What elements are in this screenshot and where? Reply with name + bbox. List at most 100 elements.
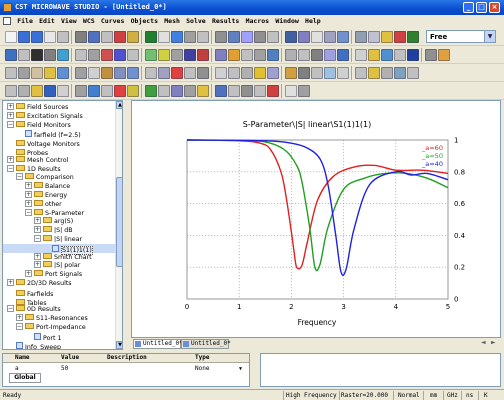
tree-item[interactable]: farfield (f=2.5) [16,129,81,139]
expand-icon[interactable]: + [34,226,41,234]
toolbar-button[interactable] [381,49,393,61]
toolbar-button[interactable] [184,31,196,43]
toolbar-button[interactable] [57,67,69,79]
toolbar-button[interactable] [101,49,113,61]
menu-mesh[interactable]: Mesh [162,15,182,28]
tree-item[interactable]: + Smith Chart [34,252,92,262]
param-name[interactable]: a [15,365,19,373]
tree-item[interactable]: − S-Parameter [25,208,84,218]
tree-item[interactable]: − Port-Impedance [16,323,86,332]
toolbar-button[interactable] [311,67,323,79]
collapse-icon[interactable]: − [25,208,32,216]
toolbar-button[interactable] [394,31,406,43]
toolbar-button[interactable] [127,49,139,61]
chevron-down-icon[interactable]: ▼ [484,31,495,42]
tree-item[interactable]: + |S| polar [34,261,80,270]
toolbar-button[interactable] [88,31,100,43]
toolbar-button[interactable] [381,67,393,79]
toolbar-button[interactable] [254,85,266,97]
toolbar-button[interactable] [285,85,297,97]
toolbar-button[interactable] [215,31,227,43]
toolbar-button[interactable] [145,67,157,79]
menu-results[interactable]: Results [210,15,241,28]
toolbar-button[interactable] [158,67,170,79]
toolbar-button[interactable] [381,31,393,43]
toolbar-button[interactable] [215,85,227,97]
menu-edit[interactable]: Edit [37,15,57,28]
toolbar-button[interactable] [241,85,253,97]
toolbar-button[interactable] [184,67,196,79]
toolbar-button[interactable] [184,85,196,97]
toolbar-button[interactable] [75,31,87,43]
scroll-down-icon[interactable]: ▼ [116,341,122,349]
tree-scrollbar[interactable]: ▲ ▼ [115,101,122,349]
toolbar-button[interactable] [158,49,170,61]
column-name[interactable]: Name [15,354,29,362]
toolbar-button[interactable] [254,49,266,61]
toolbar-button[interactable] [197,31,209,43]
toolbar-button[interactable] [145,49,157,61]
toolbar-button[interactable] [5,85,17,97]
toolbar-button[interactable] [324,67,336,79]
param-value[interactable]: 50 [61,365,68,373]
toolbar-button[interactable] [101,67,113,79]
menu-view[interactable]: View [59,15,79,28]
toolbar-button[interactable] [114,49,126,61]
tree-item[interactable]: + Balance [25,182,70,191]
tree-item[interactable]: − |S| linear [34,235,82,244]
toolbar-button[interactable] [101,31,113,43]
toolbar-button[interactable] [145,31,157,43]
toolbar-button[interactable] [197,49,209,61]
toolbar-button[interactable] [127,67,139,79]
expand-icon[interactable]: + [25,270,32,278]
expand-icon[interactable]: + [7,279,14,286]
toolbar-button[interactable] [368,49,380,61]
toolbar-button[interactable] [31,67,43,79]
toolbar-button[interactable] [75,67,87,79]
collapse-icon[interactable]: − [34,235,41,242]
toolbar-button[interactable] [57,31,69,43]
toolbar-button[interactable] [18,67,30,79]
toolbar-button[interactable] [215,49,227,61]
toolbar-button[interactable] [114,67,126,79]
toolbar-button[interactable] [18,31,30,43]
toolbar-button[interactable] [171,85,183,97]
tab-untitled-0[interactable]: Untitled_0* [133,339,183,349]
toolbar-button[interactable] [101,85,113,97]
tree-item[interactable]: Info_Sweep [7,341,61,349]
toolbar-button[interactable] [31,85,43,97]
toolbar-button[interactable] [171,31,183,43]
toolbar-button[interactable] [298,67,310,79]
toolbar-button[interactable] [228,67,240,79]
tab-nav-left-icon[interactable]: ◄ [481,339,486,346]
toolbar-button[interactable] [184,49,196,61]
toolbar-button[interactable] [355,49,367,61]
toolbar-button[interactable] [241,31,253,43]
toolbar-button[interactable] [114,85,126,97]
menu-file[interactable]: File [15,15,35,28]
toolbar-button[interactable] [228,49,240,61]
toolbar-button[interactable] [267,85,279,97]
tree-item[interactable]: S1(1)1(1) [43,244,93,255]
expand-icon[interactable]: + [25,182,32,190]
toolbar-button[interactable] [44,85,56,97]
toolbar-button[interactable] [171,67,183,79]
toolbar-button[interactable] [407,31,419,43]
maximize-button[interactable]: □ [476,2,487,13]
tree-item[interactable]: + Excitation Signals [7,111,83,121]
menu-solve[interactable]: Solve [184,15,208,28]
tree-item[interactable]: Port 1 [25,332,62,342]
menu-window[interactable]: Window [273,15,300,28]
toolbar-button[interactable] [5,31,17,43]
tab-nav-right-icon[interactable]: ► [491,339,496,346]
toolbar-button[interactable] [145,85,157,97]
tree-item[interactable]: + Mesh Control [7,155,68,165]
menu-macros[interactable]: Macros [244,15,271,28]
column-type[interactable]: Type [195,354,209,362]
collapse-icon[interactable]: − [16,323,23,330]
toolbar-button[interactable] [337,31,349,43]
toolbar-button[interactable] [298,49,310,61]
param-type[interactable]: None [195,365,209,373]
toolbar-button[interactable] [75,49,87,61]
expand-icon[interactable]: + [16,314,23,322]
